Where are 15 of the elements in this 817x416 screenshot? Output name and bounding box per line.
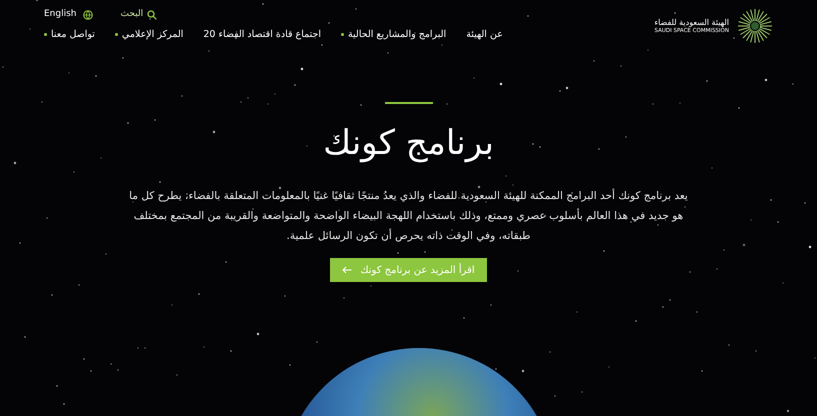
accent-line [384,102,432,104]
globe-icon [82,10,92,20]
hero-paragraph: يعد برنامج كونك أحد البرامج الممكنة للهيئة السعودية للفضاء والذي يعدُ منتجًا ثقافيًا غنيًا بالمعلومات المتعلقة بالفضاء، يطرح كل ما هو جديد في هذا العالم بأسلوب عصري وممتع، وذلك باستخدام اللهجة البيضاء الواضحة والمتواضعة والقريبة من المجتمع بمختلف طبقاته، وفي الوقت ذاته يحرص أن تكون الرسائل علمية. [128,188,688,244]
search-icon [147,10,158,20]
arrow-left-icon [342,266,352,274]
nav-link[interactable]: اجتماع قادة اقتصاد الفضاء 20 [203,28,321,42]
nav-link[interactable]: المركز الإعلامي [114,28,184,42]
starburst-logo-icon [737,8,773,44]
hero-title: برنامج كونك [323,126,494,160]
nav-link[interactable]: عن الهيئة [466,28,503,42]
logo-arabic-text: الهيئة السعودية للفضاء [654,18,729,28]
nav-link[interactable]: تواصل معنا [44,28,95,42]
search-link[interactable]: البحث [120,8,158,22]
nav-link[interactable]: البرامج والمشاريع الحالية [340,28,446,42]
language-link[interactable]: English [44,8,92,22]
